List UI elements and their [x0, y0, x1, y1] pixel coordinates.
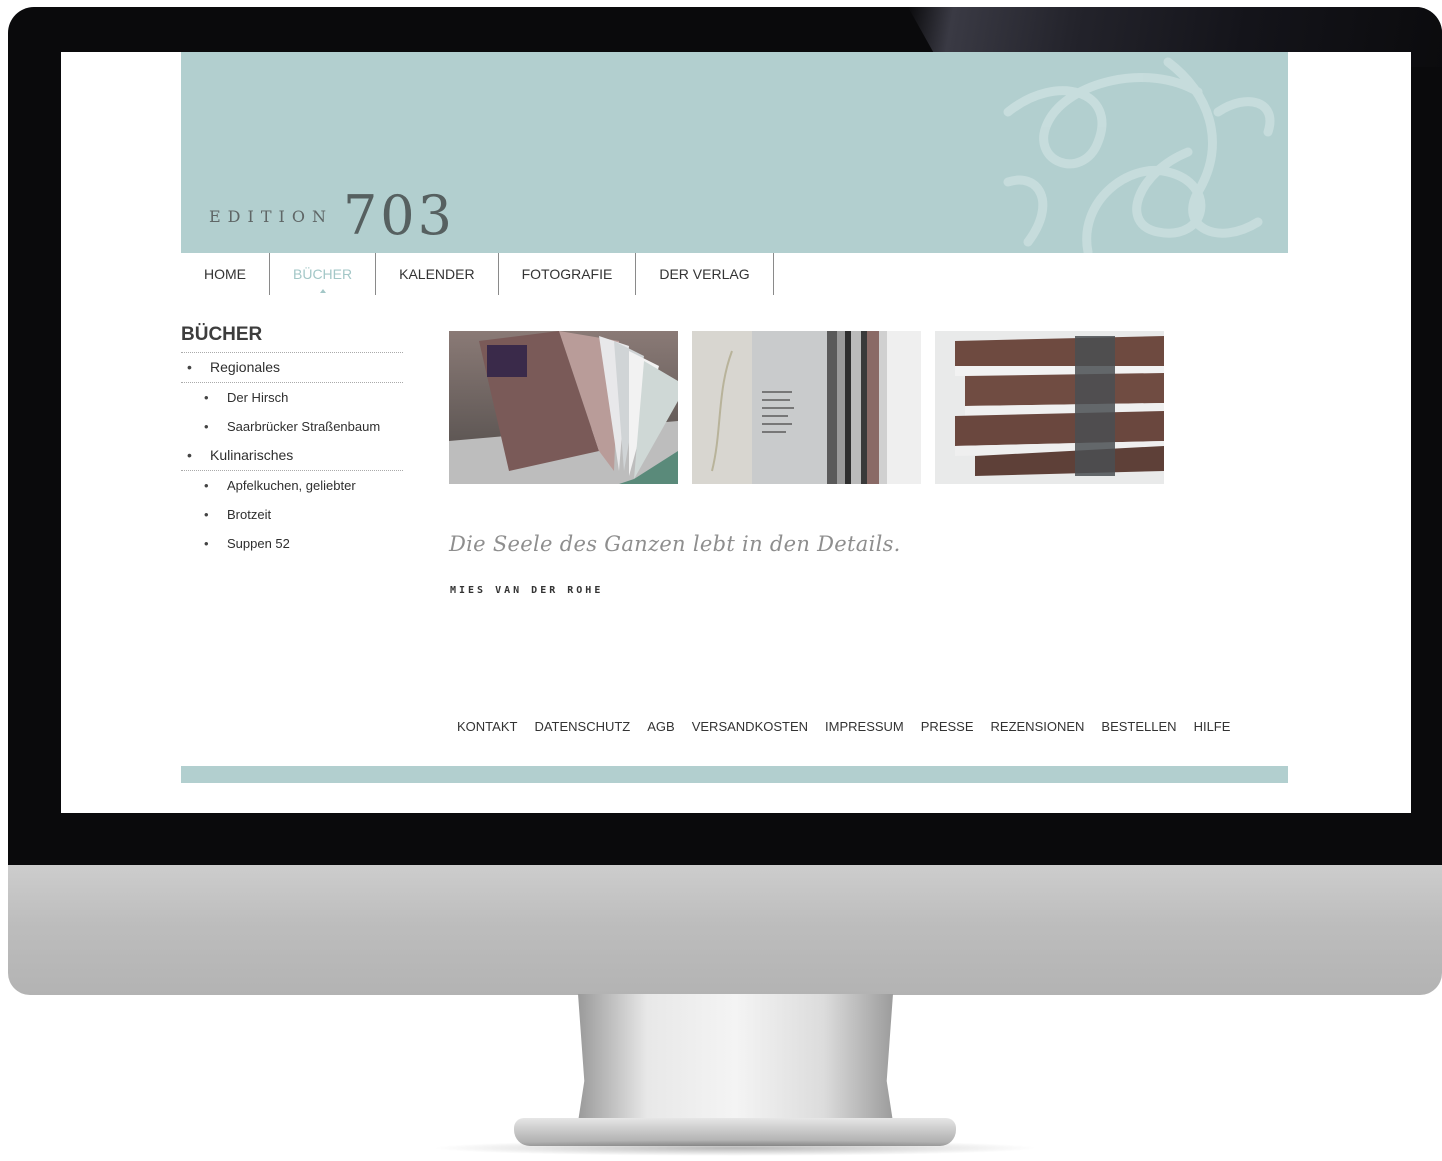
header-banner: EDITION 703 [181, 52, 1288, 253]
sidebar-list: Regionales Der Hirsch Saarbrücker Straße… [181, 353, 403, 558]
nav-der-verlag[interactable]: DER VERLAG [636, 253, 774, 295]
footer-links: KONTAKT DATENSCHUTZ AGB VERSANDKOSTEN IM… [457, 719, 1230, 734]
footer-link-hilfe[interactable]: HILFE [1194, 719, 1231, 734]
footer-bar [181, 766, 1288, 783]
sidebar-item-kulinarisches[interactable]: Kulinarisches [181, 441, 403, 471]
footer-link-datenschutz[interactable]: DATENSCHUTZ [534, 719, 630, 734]
sidebar-item-regionales[interactable]: Regionales [181, 353, 403, 383]
sidebar-item-der-hirsch[interactable]: Der Hirsch [181, 383, 403, 412]
footer-link-impressum[interactable]: IMPRESSUM [825, 719, 904, 734]
sidebar-item-apfelkuchen[interactable]: Apfelkuchen, geliebter [181, 471, 403, 500]
stand-shadow [430, 1140, 1040, 1156]
nav-fotografie[interactable]: FOTOGRAFIE [499, 253, 637, 295]
footer-link-presse[interactable]: PRESSE [921, 719, 974, 734]
website: EDITION 703 HOME BÜCHER KALENDER FOTOGRAF… [181, 52, 1288, 813]
nav-home[interactable]: HOME [181, 253, 270, 295]
site-logo[interactable]: EDITION 703 [209, 184, 455, 247]
quote-author: MIES VAN DER ROHE [450, 585, 604, 596]
sidebar-item-suppen-52[interactable]: Suppen 52 [181, 529, 403, 558]
sidebar-item-strassenbaum[interactable]: Saarbrücker Straßenbaum [181, 412, 403, 441]
footer-link-rezensionen[interactable]: REZENSIONEN [991, 719, 1085, 734]
photo-book-stack[interactable] [935, 331, 1164, 484]
logo-number: 703 [342, 184, 456, 247]
sidebar-item-brotzeit[interactable]: Brotzeit [181, 500, 403, 529]
flourish-ornament-icon [1003, 57, 1275, 253]
quote-text: Die Seele des Ganzen lebt in den Details… [449, 532, 901, 556]
nav-kalender[interactable]: KALENDER [376, 253, 499, 295]
monitor-stand [578, 994, 893, 1122]
main-nav: HOME BÜCHER KALENDER FOTOGRAFIE DER VERL… [181, 253, 774, 295]
footer-link-kontakt[interactable]: KONTAKT [457, 719, 517, 734]
footer-link-bestellen[interactable]: BESTELLEN [1101, 719, 1176, 734]
nav-buecher[interactable]: BÜCHER [270, 253, 377, 295]
footer-link-agb[interactable]: AGB [647, 719, 674, 734]
photo-open-book[interactable] [449, 331, 678, 484]
sidebar: BÜCHER Regionales Der Hirsch Saarbrücker… [181, 324, 403, 558]
sidebar-title: BÜCHER [181, 324, 403, 353]
monitor-chin [8, 865, 1442, 995]
screen: EDITION 703 HOME BÜCHER KALENDER FOTOGRAF… [61, 52, 1411, 813]
footer-link-versandkosten[interactable]: VERSANDKOSTEN [692, 719, 808, 734]
logo-word: EDITION [209, 207, 333, 226]
photo-book-pages[interactable] [692, 331, 921, 484]
